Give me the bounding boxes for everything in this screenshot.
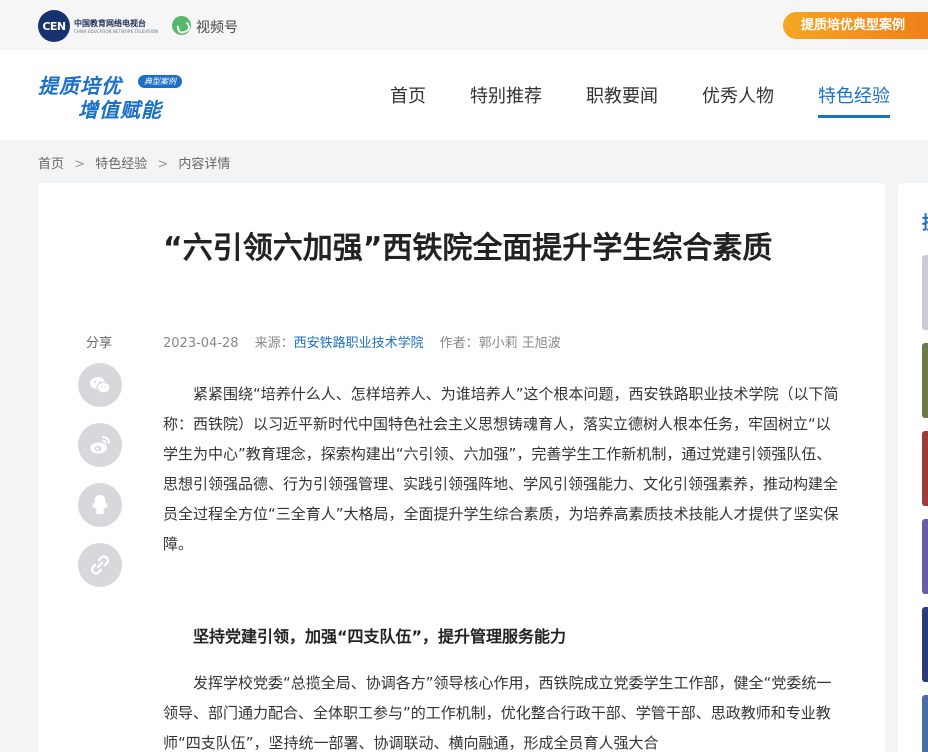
article-title: “六引领六加强”西铁院全面提升学生综合素质 xyxy=(163,231,773,266)
site-header: 提质培优 典型案例 增值赋能 首页 特别推荐 职教要闻 优秀人物 特色经验 xyxy=(0,50,928,140)
link-icon xyxy=(90,555,110,575)
top-strip: CEN 中国教育网络电视台 CHINA EDUCATION NETWORK TE… xyxy=(0,0,928,50)
share-weibo-button[interactable] xyxy=(78,423,122,467)
sidebar-thumbnail[interactable] xyxy=(922,255,928,330)
sidebar-thumbnail[interactable] xyxy=(922,431,928,506)
cen-subtitle: CHINA EDUCATION NETWORK TELEVISION xyxy=(74,29,159,34)
nav-featured-experience[interactable]: 特色经验 xyxy=(818,82,890,118)
sidebar-thumbnail[interactable] xyxy=(922,519,928,594)
typical-cases-button[interactable]: 提质培优典型案例 xyxy=(783,12,928,39)
article-section-heading: 坚持党建引领，加强“四支队伍”，提升管理服务能力 xyxy=(193,627,567,646)
article-paragraph: 发挥学校党委“总揽全局、协调各方”领导核心作用，西铁院成立党委学生工作部，健全“… xyxy=(163,674,832,752)
breadcrumb: 首页 > 特色经验 > 内容详情 xyxy=(38,153,236,172)
article-date: 2023-04-28 xyxy=(163,336,239,351)
breadcrumb-separator: > xyxy=(74,157,86,172)
article-meta: 2023-04-28 来源：西安铁路职业技术学院 作者：郭小莉 王旭波 xyxy=(163,332,561,351)
breadcrumb-featured[interactable]: 特色经验 xyxy=(95,157,147,172)
nav-vocational-news[interactable]: 职教要闻 xyxy=(586,82,658,108)
share-link-button[interactable] xyxy=(78,543,122,587)
weibo-icon xyxy=(90,436,110,454)
article-card: “六引领六加强”西铁院全面提升学生综合素质 2023-04-28 来源：西安铁路职… xyxy=(38,183,885,752)
qq-icon xyxy=(92,495,108,515)
cen-name: 中国教育网络电视台 xyxy=(74,19,146,28)
sidebar-thumbnail[interactable] xyxy=(922,695,928,752)
breadcrumb-current: 内容详情 xyxy=(178,157,231,172)
related-sidebar: 提 xyxy=(898,183,928,752)
nav-special-recommend[interactable]: 特别推荐 xyxy=(470,82,542,108)
breadcrumb-separator: > xyxy=(157,157,169,172)
cen-logo[interactable]: CEN xyxy=(38,10,70,42)
sidebar-thumbnail[interactable] xyxy=(922,343,928,418)
site-logo[interactable]: 提质培优 典型案例 增值赋能 xyxy=(38,70,183,122)
nav-home[interactable]: 首页 xyxy=(390,82,426,108)
share-qq-button[interactable] xyxy=(78,483,122,527)
article-source-link[interactable]: 西安铁路职业技术学院 xyxy=(294,336,424,351)
source-label: 来源： xyxy=(254,336,294,351)
nav-outstanding-people[interactable]: 优秀人物 xyxy=(702,82,774,108)
share-wechat-button[interactable] xyxy=(78,363,122,407)
article-paragraph: 紧紧围绕“培养什么人、怎样培养人、为谁培养人”这个根本问题，西安铁路职业技术学院… xyxy=(163,385,839,553)
sidebar-title: 提 xyxy=(922,209,928,235)
logo-line-2: 增值赋能 xyxy=(78,98,162,122)
share-label: 分享 xyxy=(86,336,113,351)
article-authors: 郭小莉 王旭波 xyxy=(478,336,561,351)
wechat-channels-icon[interactable] xyxy=(172,16,191,35)
breadcrumb-home[interactable]: 首页 xyxy=(38,157,64,172)
author-label: 作者： xyxy=(439,336,479,351)
logo-tag: 典型案例 xyxy=(138,75,182,88)
wechat-icon xyxy=(90,377,111,394)
video-channel-link[interactable]: 视频号 xyxy=(196,17,238,37)
sidebar-thumbnail[interactable] xyxy=(922,607,928,682)
